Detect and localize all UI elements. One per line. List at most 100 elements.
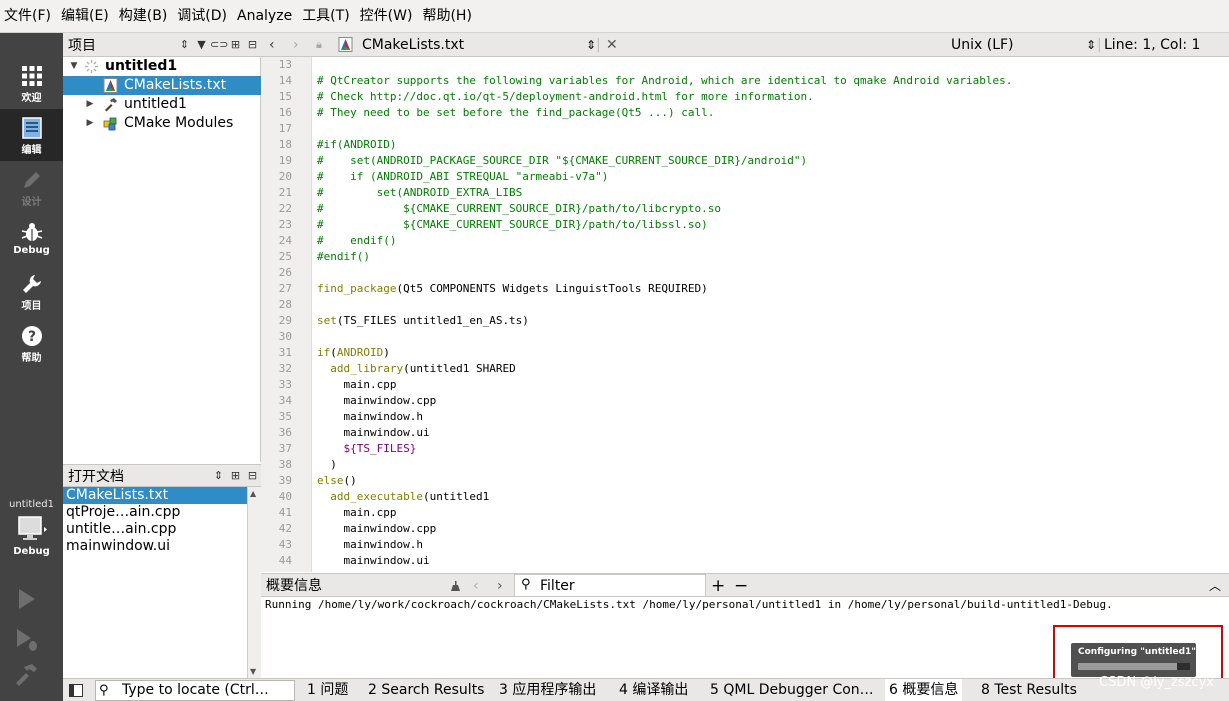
scroll-down-icon[interactable]: ▼ (250, 667, 256, 676)
spinner-icon (85, 60, 98, 73)
line-number-gutter: 13 14 15 16 17 18 19 20 21 22 23 24 25 26 27 28 29 30 31 32… (261, 57, 312, 572)
code-line: mainwindow.ui (317, 554, 430, 567)
output-tab-application-output[interactable]: 3 应用程序输出 (499, 679, 596, 701)
maximize-pane-icon[interactable]: ︿ (1209, 574, 1221, 598)
line-number: 24 (278, 234, 292, 247)
tab-label: 编译输出 (632, 682, 689, 698)
filter-icon[interactable]: ▼ (193, 38, 210, 51)
toggle-sidebar-icon[interactable] (69, 684, 83, 697)
monitor-icon (17, 516, 47, 540)
line-number: 21 (278, 186, 292, 199)
output-tab-test-results[interactable]: 8 Test Results (981, 679, 1077, 701)
mode-help[interactable]: ? 帮助 (0, 317, 63, 369)
split-icon[interactable]: ⊞ (227, 469, 244, 482)
zoom-in-icon[interactable]: + (711, 574, 725, 598)
locator-input[interactable]: ⚲ Type to locate (Ctrl… (95, 680, 295, 701)
link-icon[interactable]: ⊂⊃ (210, 38, 228, 51)
line-number: 15 (278, 90, 292, 103)
close-pane-icon[interactable]: ⊟ (244, 469, 261, 482)
tree-item-target[interactable]: ▶ untitled1 (63, 95, 261, 114)
output-tab-issues[interactable]: 1 问题 (307, 679, 348, 701)
menu-file[interactable]: 文件(F) (0, 0, 57, 33)
menu-edit[interactable]: 编辑(E) (57, 0, 115, 33)
kit-selector[interactable]: Debug (0, 513, 63, 571)
output-tab-general-messages[interactable]: 6 概要信息 (885, 679, 963, 701)
zoom-out-icon[interactable]: − (734, 574, 748, 598)
forward-arrow-icon[interactable]: › (293, 33, 299, 57)
code-line: # if (ANDROID_ABI STREQUAL "armeabi-v7a"… (317, 170, 609, 183)
split-icon[interactable]: ⊞ (227, 38, 244, 51)
close-pane-icon[interactable]: ⊟ (244, 38, 261, 51)
menu-build[interactable]: 构建(B) (115, 0, 174, 33)
mode-debug[interactable]: Debug (0, 213, 63, 265)
mode-label: 帮助 (21, 353, 42, 364)
locator-placeholder: Type to locate (Ctrl… (122, 682, 269, 698)
menu-analyze[interactable]: Analyze (233, 0, 298, 33)
code-line: mainwindow.cpp (317, 522, 437, 535)
open-documents-header: 打开文档 ⇕ ⊞ ⊟ (63, 464, 261, 487)
menu-help[interactable]: 帮助(H) (418, 0, 477, 33)
line-number: 25 (278, 250, 292, 263)
open-document-item[interactable]: mainwindow.ui (63, 538, 247, 555)
updown-icon[interactable]: ⇕ (210, 469, 227, 482)
current-file-name[interactable]: CMakeLists.txt (362, 33, 464, 57)
chevron-right-icon[interactable]: ▶ (84, 95, 96, 114)
next-arrow-icon[interactable]: › (497, 574, 503, 598)
output-tab-search-results[interactable]: 2 Search Results (368, 679, 484, 701)
code-editor[interactable]: 13 14 15 16 17 18 19 20 21 22 23 24 25 26 27 28 29 30 31 32… (261, 57, 1229, 572)
open-documents-scrollbar[interactable]: ▲ ▼ (247, 487, 261, 678)
menu-tools[interactable]: 工具(T) (298, 0, 355, 33)
open-document-item[interactable]: CMakeLists.txt (63, 487, 247, 504)
tree-item-project[interactable]: ▼ untitled1 (63, 57, 261, 76)
output-tab-compile-output[interactable]: 4 编译输出 (619, 679, 688, 701)
line-ending-dropdown-icon[interactable]: ⇕ (1086, 33, 1096, 57)
code-line: # ${CMAKE_CURRENT_SOURCE_DIR}/path/to/li… (317, 202, 721, 215)
scroll-up-icon[interactable]: ▲ (250, 489, 256, 498)
output-pane-title: 概要信息 (266, 578, 322, 594)
chevron-down-icon[interactable]: ▼ (68, 57, 80, 76)
build-hammer-icon[interactable] (12, 661, 40, 689)
back-arrow-icon[interactable]: ‹ (269, 33, 275, 57)
mode-label: 欢迎 (21, 93, 42, 104)
chevron-right-icon[interactable]: ▶ (84, 114, 96, 133)
svg-text:?: ? (27, 329, 35, 345)
file-dropdown-icon[interactable]: ⇕ (586, 33, 596, 57)
menu-debug[interactable]: 调试(D) (173, 0, 233, 33)
prev-arrow-icon[interactable]: ‹ (473, 574, 479, 598)
project-tree: ▼ untitled1 CMakeLists.txt ▶ untitled1 ▶… (63, 57, 261, 462)
open-document-item[interactable]: untitle…ain.cpp (63, 521, 247, 538)
line-number: 27 (278, 282, 292, 295)
mode-edit[interactable]: 编辑 (0, 109, 63, 161)
menu-widgets[interactable]: 控件(W) (356, 0, 419, 33)
mode-welcome[interactable]: 欢迎 (0, 57, 63, 109)
progress-bar (1078, 663, 1190, 670)
output-filter-input[interactable]: ⚲ Filter (514, 574, 706, 597)
code-line: main.cpp (317, 506, 397, 519)
mode-projects[interactable]: 项目 (0, 265, 63, 317)
menu-bar: 文件(F) 编辑(E) 构建(B) 调试(D) Analyze 工具(T) 控件… (0, 0, 1229, 33)
projects-panel-title: 项目 (68, 37, 96, 54)
mode-design[interactable]: 设计 (0, 161, 63, 213)
search-icon: ⚲ (99, 683, 109, 698)
updown-icon[interactable]: ⇕ (176, 38, 193, 51)
code-line: # They need to be set before the find_pa… (317, 106, 715, 119)
code-line: # set(ANDROID_EXTRA_LIBS (317, 186, 523, 199)
close-file-icon[interactable]: ✕ (606, 33, 618, 57)
tab-number: 8 (981, 682, 990, 698)
run-icon[interactable] (12, 585, 40, 613)
cursor-position[interactable]: Line: 1, Col: 1 (1104, 33, 1200, 57)
cmake-file-icon (103, 78, 118, 93)
line-number: 22 (278, 202, 292, 215)
progress-label: Configuring "untitled1" (1078, 647, 1196, 657)
mode-label: 项目 (21, 301, 42, 312)
filter-placeholder: Filter (540, 578, 575, 594)
progress-popup[interactable]: Configuring "untitled1" (1071, 643, 1196, 677)
clear-icon[interactable] (449, 580, 462, 593)
line-ending-selector[interactable]: Unix (LF) (951, 33, 1014, 57)
tree-item-cmake-modules[interactable]: ▶ CMake Modules (63, 114, 261, 133)
open-document-item[interactable]: qtProje…ain.cpp (63, 504, 247, 521)
tree-item-cmakelists[interactable]: CMakeLists.txt (63, 76, 261, 95)
debug-run-icon[interactable] (12, 625, 40, 653)
output-tab-qml-debugger[interactable]: 5 QML Debugger Con… (710, 679, 874, 701)
tree-item-label: CMakeLists.txt (124, 77, 227, 93)
